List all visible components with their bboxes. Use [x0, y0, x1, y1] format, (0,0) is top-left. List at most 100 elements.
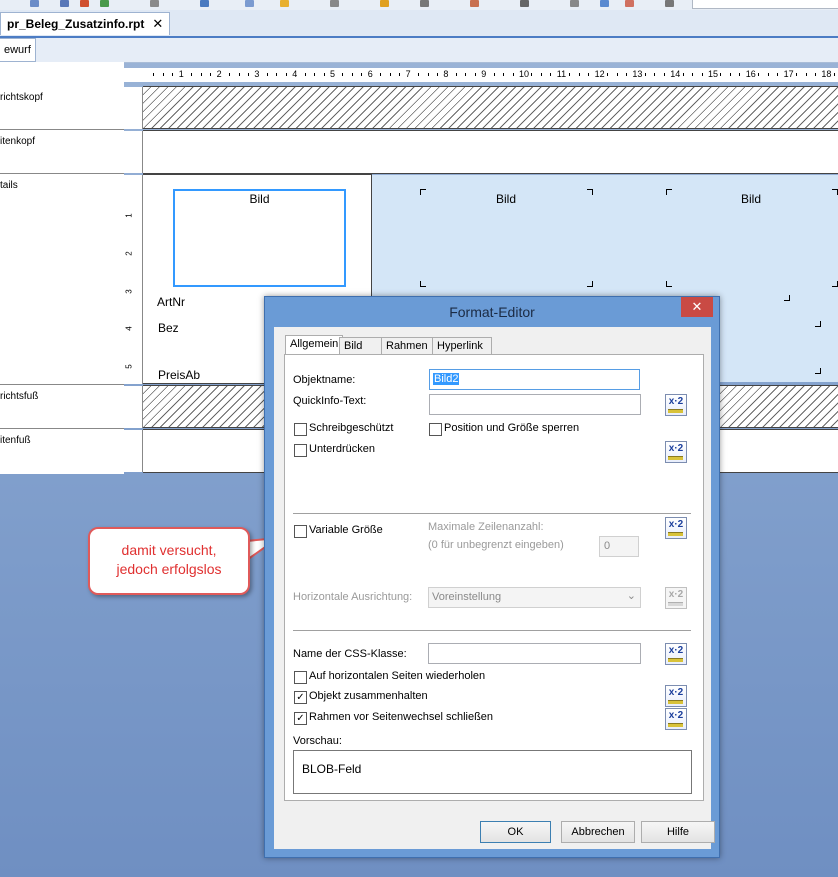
cancel-button[interactable]: Abbrechen: [561, 821, 635, 843]
ruler-number: 17: [783, 69, 794, 79]
ruler-number: 14: [670, 69, 681, 79]
css-klasse-input[interactable]: [428, 643, 641, 664]
tab-allgemein[interactable]: Allgemein: [285, 335, 344, 356]
toolbar-icon[interactable]: [100, 0, 109, 7]
formula-button[interactable]: x·2: [665, 517, 687, 539]
field-corner: [666, 281, 672, 287]
document-tab-bar: pr_Beleg_Zusatzinfo.rpt ✕: [0, 10, 838, 38]
section-label[interactable]: richtsfuß: [0, 389, 122, 402]
ruler-tick: [191, 73, 193, 76]
toolbar-icon[interactable]: [665, 0, 674, 7]
section-label[interactable]: itenkopf: [0, 134, 122, 147]
ruler-number: 15: [708, 69, 719, 79]
pencil-icon: [668, 532, 683, 536]
ruler-number: 4: [292, 69, 298, 79]
image-field-label[interactable]: Bild: [666, 192, 836, 206]
annotation-callout: damit versucht, jedoch erfolgslos: [88, 527, 250, 595]
toolbar-icon[interactable]: [30, 0, 39, 7]
toolbar-icon[interactable]: [60, 0, 69, 7]
document-tab[interactable]: pr_Beleg_Zusatzinfo.rpt ✕: [0, 12, 171, 35]
variable-groesse-label: Variable Größe: [309, 524, 383, 536]
toolbar-icon[interactable]: [245, 0, 254, 7]
max-zeilen-value: 0: [604, 540, 611, 552]
formula-button[interactable]: x·2: [665, 643, 687, 665]
ruler-tick: [607, 73, 609, 76]
formula-button-disabled: x·2: [665, 587, 687, 609]
toolbar-icon[interactable]: [200, 0, 209, 7]
view-tab-bar: ewurf: [0, 38, 838, 63]
tab-design[interactable]: ewurf: [0, 38, 36, 62]
image-field-label[interactable]: Bild: [420, 192, 592, 206]
ruler-tick: [729, 73, 731, 76]
quickinfo-input[interactable]: [429, 394, 641, 415]
vertical-ruler: [124, 430, 143, 472]
section-band[interactable]: [143, 130, 838, 174]
max-zeilen-label: Maximale Zeilenanzahl:: [428, 521, 544, 533]
pencil-icon: [668, 700, 683, 704]
toolbar-icon[interactable]: [330, 0, 339, 7]
horiz-ausrichtung-select[interactable]: Voreinstellung ⌄: [428, 587, 641, 608]
field-preis[interactable]: PreisAb: [158, 368, 200, 382]
pencil-icon: [668, 658, 683, 662]
field-artnr[interactable]: ArtNr: [157, 295, 185, 309]
unterdruecken-checkbox[interactable]: [294, 444, 307, 457]
ruler-tick: [285, 73, 287, 76]
close-icon[interactable]: ✕: [152, 16, 163, 32]
suppressed-section-band[interactable]: [143, 86, 838, 129]
objektname-input[interactable]: Bild2: [429, 369, 640, 390]
field-bez[interactable]: Bez: [158, 321, 179, 335]
max-zeilen-input[interactable]: 0: [599, 536, 639, 557]
toolbar-icon[interactable]: [380, 0, 389, 7]
ruler-tick: [805, 73, 807, 76]
ruler-tick: [323, 73, 325, 76]
formula-button[interactable]: x·2: [665, 708, 687, 730]
ruler-tick: [644, 73, 646, 76]
ruler-tick: [796, 73, 798, 76]
document-tab-label: pr_Beleg_Zusatzinfo.rpt: [7, 17, 145, 31]
css-klasse-label: Name der CSS-Klasse:: [293, 648, 407, 660]
ok-button[interactable]: OK: [480, 821, 551, 843]
toolbar-icon[interactable]: [150, 0, 159, 7]
ruler-tick: [777, 73, 779, 76]
schreibgeschuetzt-checkbox[interactable]: [294, 423, 307, 436]
ruler-tick: [210, 73, 212, 76]
ruler-tick: [200, 73, 202, 76]
search-input[interactable]: [692, 0, 838, 9]
toolbar-icon[interactable]: [420, 0, 429, 7]
horizontal-ruler: 1 2 3 4 5 6 7 8 9 10 11 12 13 14 15 16 17 18: [124, 68, 838, 82]
formula-button[interactable]: x·2: [665, 394, 687, 416]
toolbar-icon[interactable]: [600, 0, 609, 7]
zusammenhalten-checkbox[interactable]: ✓: [294, 691, 307, 704]
ruler-tick: [380, 73, 382, 76]
toolbar-icon[interactable]: [570, 0, 579, 7]
horiz-ausrichtung-label: Horizontale Ausrichtung:: [293, 591, 413, 603]
toolbar-icon[interactable]: [470, 0, 479, 7]
ruler-tick: [436, 73, 438, 76]
toolbar-icon[interactable]: [280, 0, 289, 7]
separator: [293, 630, 691, 631]
ruler-tick: [550, 73, 552, 76]
help-button[interactable]: Hilfe: [641, 821, 715, 843]
vorschau-value: BLOB-Feld: [302, 762, 362, 776]
horiz-ausrichtung-value: Voreinstellung: [432, 591, 502, 603]
section-label[interactable]: itenfuß: [0, 433, 122, 446]
formula-button[interactable]: x·2: [665, 685, 687, 707]
formula-icon: x·2: [668, 396, 684, 407]
toolbar-icon[interactable]: [625, 0, 634, 7]
zusammenhalten-label: Objekt zusammenhalten: [309, 690, 428, 702]
ruler-number: 3: [254, 69, 260, 79]
wiederholen-checkbox[interactable]: [294, 671, 307, 684]
position-sperren-checkbox[interactable]: [429, 423, 442, 436]
format-editor-dialog: Format-Editor ✕ Allgemein Bild Rahmen Hy…: [264, 296, 720, 858]
section-label[interactable]: richtskopf: [0, 90, 122, 103]
section-divider: [0, 173, 124, 174]
close-button[interactable]: ✕: [681, 297, 713, 317]
ruler-tick: [588, 73, 590, 76]
rahmen-schliessen-checkbox[interactable]: ✓: [294, 712, 307, 725]
variable-groesse-checkbox[interactable]: [294, 525, 307, 538]
section-label[interactable]: tails: [0, 178, 122, 191]
toolbar-icon[interactable]: [80, 0, 89, 7]
formula-button[interactable]: x·2: [665, 441, 687, 463]
ruler-number: 16: [745, 69, 756, 79]
toolbar-icon[interactable]: [520, 0, 529, 7]
